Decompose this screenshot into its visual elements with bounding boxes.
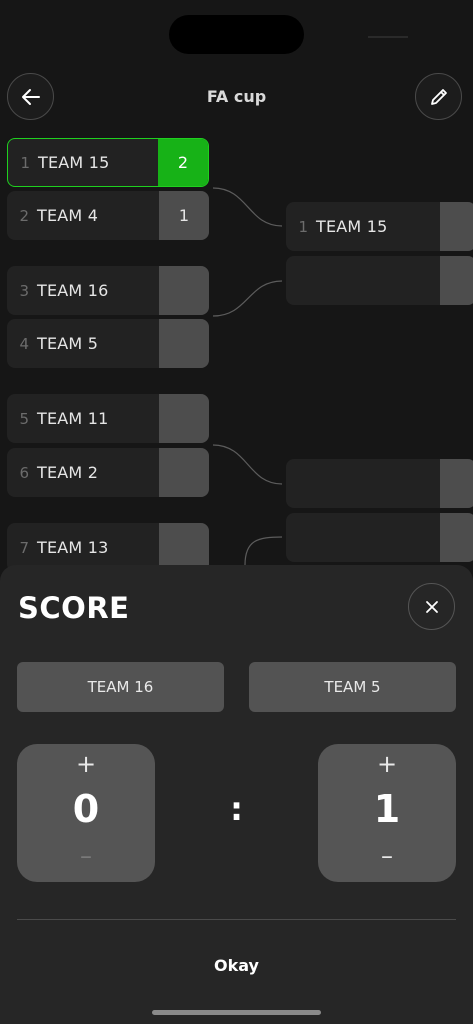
team-score <box>159 394 209 443</box>
team-name: TEAM 15 <box>316 217 388 236</box>
team-left-button[interactable]: TEAM 16 <box>17 662 224 712</box>
decrement-button[interactable]: – <box>17 842 155 870</box>
seed-number: 3 <box>19 281 29 300</box>
bracket-match-slot[interactable]: 1 TEAM 15 <box>286 202 473 251</box>
bracket-match-slot[interactable]: 6 TEAM 2 <box>7 448 209 497</box>
team-score <box>159 319 209 368</box>
team-name: TEAM 16 <box>37 281 109 300</box>
team-name: TEAM 2 <box>37 463 99 482</box>
team-name: TEAM 4 <box>37 206 99 225</box>
score-sheet: SCORE TEAM 16 TEAM 5 + 0 – : + 1 – Okay <box>0 565 473 1024</box>
divider <box>17 919 456 920</box>
seed-number: 1 <box>20 153 30 172</box>
bracket-match-slot[interactable]: 5 TEAM 11 <box>7 394 209 443</box>
team-score <box>440 256 473 305</box>
bracket-match-slot[interactable]: 1 TEAM 15 2 <box>7 138 209 187</box>
team-score <box>440 202 473 251</box>
seed-number: 6 <box>19 463 29 482</box>
score-stepper-right: + 1 – <box>318 744 456 882</box>
seed-number: 4 <box>19 334 29 353</box>
bracket-match-slot[interactable] <box>286 459 473 508</box>
bracket-match-slot[interactable]: 2 TEAM 4 1 <box>7 191 209 240</box>
team-score: 1 <box>159 191 209 240</box>
team-name: TEAM 11 <box>37 409 109 428</box>
home-indicator <box>152 1010 321 1015</box>
sheet-title: SCORE <box>18 591 130 625</box>
bracket-match-slot[interactable]: 3 TEAM 16 <box>7 266 209 315</box>
team-name: TEAM 5 <box>37 334 99 353</box>
seed-number: 1 <box>298 217 308 236</box>
team-score <box>159 266 209 315</box>
team-name: TEAM 15 <box>38 153 110 172</box>
close-icon <box>425 600 438 613</box>
team-right-button[interactable]: TEAM 5 <box>249 662 456 712</box>
seed-number: 7 <box>19 538 29 557</box>
team-score <box>440 459 473 508</box>
bracket-match-slot[interactable] <box>286 256 473 305</box>
okay-button[interactable]: Okay <box>0 956 473 975</box>
bracket-match-slot[interactable]: 4 TEAM 5 <box>7 319 209 368</box>
seed-number: 2 <box>19 206 29 225</box>
increment-button[interactable]: + <box>318 750 456 778</box>
seed-number: 5 <box>19 409 29 428</box>
close-button[interactable] <box>408 583 455 630</box>
team-score <box>159 448 209 497</box>
increment-button[interactable]: + <box>17 750 155 778</box>
team-score: 2 <box>158 139 208 186</box>
decrement-button[interactable]: – <box>318 842 456 870</box>
bracket-match-slot[interactable] <box>286 513 473 562</box>
team-score <box>440 513 473 562</box>
score-value: 1 <box>373 787 401 831</box>
team-name: TEAM 13 <box>37 538 109 557</box>
